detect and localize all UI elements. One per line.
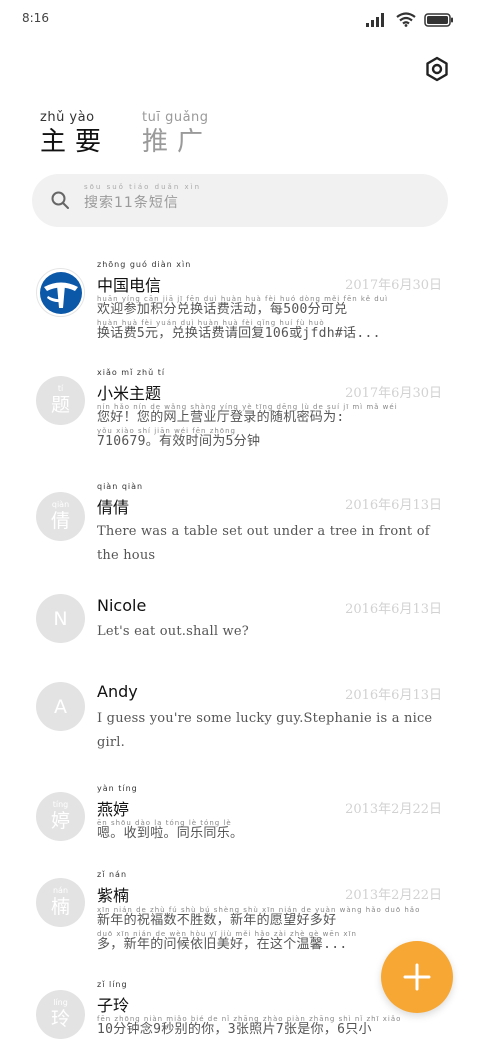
- category-tabs: zhǔ yào 主要 tuī guǎng 推广: [40, 110, 212, 159]
- avatar: tí 题: [36, 376, 85, 425]
- name-pinyin: zǐ líng: [97, 980, 128, 989]
- tab-promotions[interactable]: tuī guǎng 推广: [142, 110, 212, 159]
- message-preview: Let's eat out.shall we?: [97, 620, 445, 644]
- message-date: 2016年6月13日: [345, 498, 442, 513]
- preview-line: 嗯。收到啦。同乐同乐。: [97, 826, 244, 841]
- avatar-text: 题: [50, 394, 70, 416]
- tab-label: 主要: [40, 127, 111, 157]
- contact-name: zǐ nán 紫楠: [97, 870, 130, 906]
- message-item[interactable]: A Andy 2016年6月13日 I guess you're some lu…: [0, 682, 480, 792]
- contact-name: qiàn qiàn 倩倩: [97, 482, 142, 518]
- contact-name-text: 紫楠: [97, 886, 130, 905]
- message-date: 2016年6月13日: [345, 688, 442, 703]
- search-icon: [51, 191, 69, 209]
- avatar-pinyin: qiàn: [51, 500, 70, 509]
- status-time: 8:16: [22, 11, 49, 25]
- avatar: [36, 268, 85, 317]
- tab-pinyin: zhǔ yào: [40, 110, 95, 125]
- contact-name-text: 中国电信: [97, 276, 162, 295]
- message-date: 2017年6月30日: [345, 278, 442, 293]
- new-message-button[interactable]: [381, 941, 453, 1013]
- avatar: A: [36, 682, 85, 731]
- message-item[interactable]: qiàn 倩 qiàn qiàn 倩倩 2016年6月13日 There was…: [0, 482, 480, 592]
- contact-name-text: 燕婷: [97, 800, 130, 819]
- message-item[interactable]: zhōng guó diàn xìn 中国电信 2017年6月30日 huān …: [0, 256, 480, 364]
- search-placeholder: sōu suǒ tiáo duǎn xìn 搜索11条短信: [84, 183, 199, 212]
- preview-line: I guess you're some lucky guy.Stephanie …: [97, 711, 433, 726]
- contact-name: zǐ líng 子玲: [97, 980, 130, 1016]
- avatar-pinyin: tí: [57, 384, 64, 393]
- status-icons: [366, 12, 454, 27]
- message-date: 2013年2月22日: [345, 802, 442, 817]
- preview-line: Let's eat out.shall we?: [97, 624, 249, 639]
- message-item[interactable]: N Nicole 2016年6月13日 Let's eat out.shall …: [0, 592, 480, 682]
- preview-pinyin: yǒu xiào shí jiān wéi fēn zhōng: [97, 427, 236, 435]
- avatar: N: [36, 594, 85, 643]
- message-preview: 嗯。收到啦。同乐同乐。: [97, 822, 445, 846]
- wifi-icon: [396, 12, 416, 27]
- avatar-pinyin: líng: [53, 998, 68, 1007]
- message-preview: I guess you're some lucky guy.Stephanie …: [97, 707, 445, 755]
- search-pinyin: sōu suǒ tiáo duǎn xìn: [84, 183, 202, 191]
- preview-pinyin: duō xīn nián de wèn hòu yī jiù měi hǎo z…: [97, 930, 357, 938]
- search-input[interactable]: sōu suǒ tiáo duǎn xìn 搜索11条短信: [32, 174, 448, 227]
- contact-name: Nicole: [97, 596, 147, 615]
- message-preview: 10分钟念9秒别的你，3张照片7张是你，6只小: [97, 1018, 445, 1040]
- message-item[interactable]: tíng 婷 yàn tíng 燕婷 2013年2月22日 ēn shōu dà…: [0, 784, 480, 878]
- contact-name: yàn tíng 燕婷: [97, 784, 137, 820]
- name-pinyin: yàn tíng: [97, 784, 138, 793]
- preview-line: girl.: [97, 735, 125, 750]
- tab-label: 推广: [142, 127, 213, 157]
- avatar: nán 楠: [36, 878, 85, 927]
- preview-line: 10分钟念9秒别的你，3张照片7张是你，6只小: [97, 1022, 372, 1037]
- search-placeholder-text: 搜索11条短信: [84, 195, 179, 211]
- plus-icon: [403, 963, 431, 991]
- avatar: líng 玲: [36, 990, 85, 1039]
- name-pinyin: zhōng guó diàn xìn: [97, 260, 192, 269]
- avatar-text: A: [54, 695, 67, 718]
- name-pinyin: xiǎo mǐ zhǔ tí: [97, 368, 166, 377]
- avatar: tíng 婷: [36, 792, 85, 841]
- message-preview: There was a table set out under a tree i…: [97, 520, 445, 568]
- message-date: 2013年2月22日: [345, 888, 442, 903]
- preview-pinyin: huàn huà fèi yuán duì huàn huà fèi qǐng …: [97, 319, 325, 327]
- china-telecom-logo-icon: [39, 271, 82, 314]
- name-pinyin: qiàn qiàn: [97, 482, 144, 491]
- avatar-text: 婷: [50, 810, 70, 832]
- battery-icon: [424, 12, 453, 27]
- avatar: qiàn 倩: [36, 492, 85, 541]
- contact-name-text: 倩倩: [97, 498, 130, 517]
- tab-pinyin: tuī guǎng: [142, 110, 209, 125]
- contact-name-text: 小米主题: [97, 384, 162, 403]
- status-bar: 8:16: [0, 0, 480, 40]
- avatar-text: 玲: [50, 1008, 70, 1030]
- avatar-text: 楠: [50, 896, 70, 918]
- avatar-pinyin: tíng: [52, 800, 69, 809]
- message-date: 2017年6月30日: [345, 386, 442, 401]
- contact-name: Andy: [97, 682, 138, 701]
- settings-icon: [426, 56, 448, 82]
- preview-line: the hous: [97, 548, 156, 563]
- message-item[interactable]: tí 题 xiǎo mǐ zhǔ tí 小米主题 2017年6月30日 nín …: [0, 364, 480, 482]
- preview-line: There was a table set out under a tree i…: [97, 524, 430, 539]
- tab-primary[interactable]: zhǔ yào 主要: [40, 110, 110, 159]
- avatar-text: N: [53, 607, 68, 630]
- message-date: 2016年6月13日: [345, 602, 442, 617]
- avatar-pinyin: nán: [52, 886, 69, 895]
- contact-name-text: 子玲: [97, 996, 130, 1015]
- name-pinyin: zǐ nán: [97, 870, 128, 879]
- signal-icon: [366, 12, 384, 27]
- settings-button[interactable]: [424, 56, 450, 82]
- message-list: zhōng guó diàn xìn 中国电信 2017年6月30日 huān …: [0, 256, 480, 1040]
- contact-name: zhōng guó diàn xìn 中国电信: [97, 260, 190, 296]
- contact-name: xiǎo mǐ zhǔ tí 小米主题: [97, 368, 164, 404]
- avatar-text: 倩: [50, 510, 70, 532]
